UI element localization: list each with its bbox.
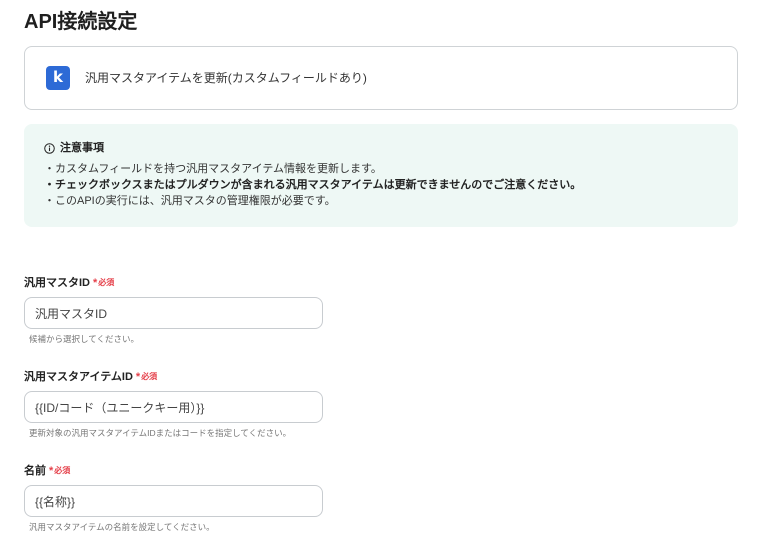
api-settings-form: 汎用マスタID * 必須 候補から選択してください。 汎用マスタアイテムID *… (24, 276, 344, 558)
required-asterisk: * (135, 371, 141, 383)
required-label: 必須 (98, 278, 115, 287)
field-help: 更新対象の汎用マスタアイテムIDまたはコードを指定してください。 (29, 428, 292, 438)
field-name: 名前 * 必須 汎用マスタアイテムの名前を設定してください。 (24, 464, 344, 558)
required-badge: * 必須 (93, 276, 114, 290)
kintone-logo-icon: k (46, 66, 70, 90)
master-id-input[interactable] (24, 297, 323, 329)
name-input[interactable] (24, 485, 323, 517)
required-label: 必須 (54, 466, 71, 475)
notice-header: 注意事項 (44, 141, 104, 155)
field-master-item-id: 汎用マスタアイテムID * 必須 更新対象の汎用マスタアイテムIDまたはコードを… (24, 370, 344, 464)
notice-list: ・カスタムフィールドを持つ汎用マスタアイテム情報を更新します。 ・チェックボック… (44, 161, 581, 209)
required-asterisk: * (49, 465, 54, 477)
field-help: 候補から選択してください。 (29, 334, 139, 344)
required-badge: * 必須 (136, 370, 157, 384)
info-icon (44, 142, 55, 154)
field-label-row: 汎用マスタID * 必須 (24, 276, 344, 290)
field-label-row: 名前 * 必須 (24, 464, 344, 478)
notice-item: ・チェックボックスまたはプルダウンが含まれる汎用マスタアイテムは更新できませんの… (44, 179, 582, 191)
action-label: 汎用マスタアイテムを更新(カスタムフィールドあり) (85, 71, 367, 85)
master-item-id-input[interactable] (24, 391, 323, 423)
action-card: k 汎用マスタアイテムを更新(カスタムフィールドあり) (24, 46, 738, 110)
notice-item: ・このAPIの実行には、汎用マスタの管理権限が必要です。 (44, 195, 336, 207)
required-asterisk: * (93, 277, 98, 289)
field-label: 汎用マスタID (24, 277, 90, 289)
required-badge: * 必須 (49, 464, 70, 478)
field-help: 汎用マスタアイテムの名前を設定してください。 (29, 522, 215, 532)
field-label-row: 汎用マスタアイテムID * 必須 (24, 370, 344, 384)
page-title: API接続設定 (24, 11, 138, 33)
notice-box: 注意事項 ・カスタムフィールドを持つ汎用マスタアイテム情報を更新します。 ・チェ… (24, 124, 738, 227)
field-master-id: 汎用マスタID * 必須 候補から選択してください。 (24, 276, 344, 370)
required-label: 必須 (141, 372, 158, 381)
field-label: 名前 (24, 465, 46, 477)
field-label: 汎用マスタアイテムID (24, 371, 133, 383)
notice-heading: 注意事項 (60, 142, 104, 154)
notice-item: ・カスタムフィールドを持つ汎用マスタアイテム情報を更新します。 (44, 163, 382, 175)
